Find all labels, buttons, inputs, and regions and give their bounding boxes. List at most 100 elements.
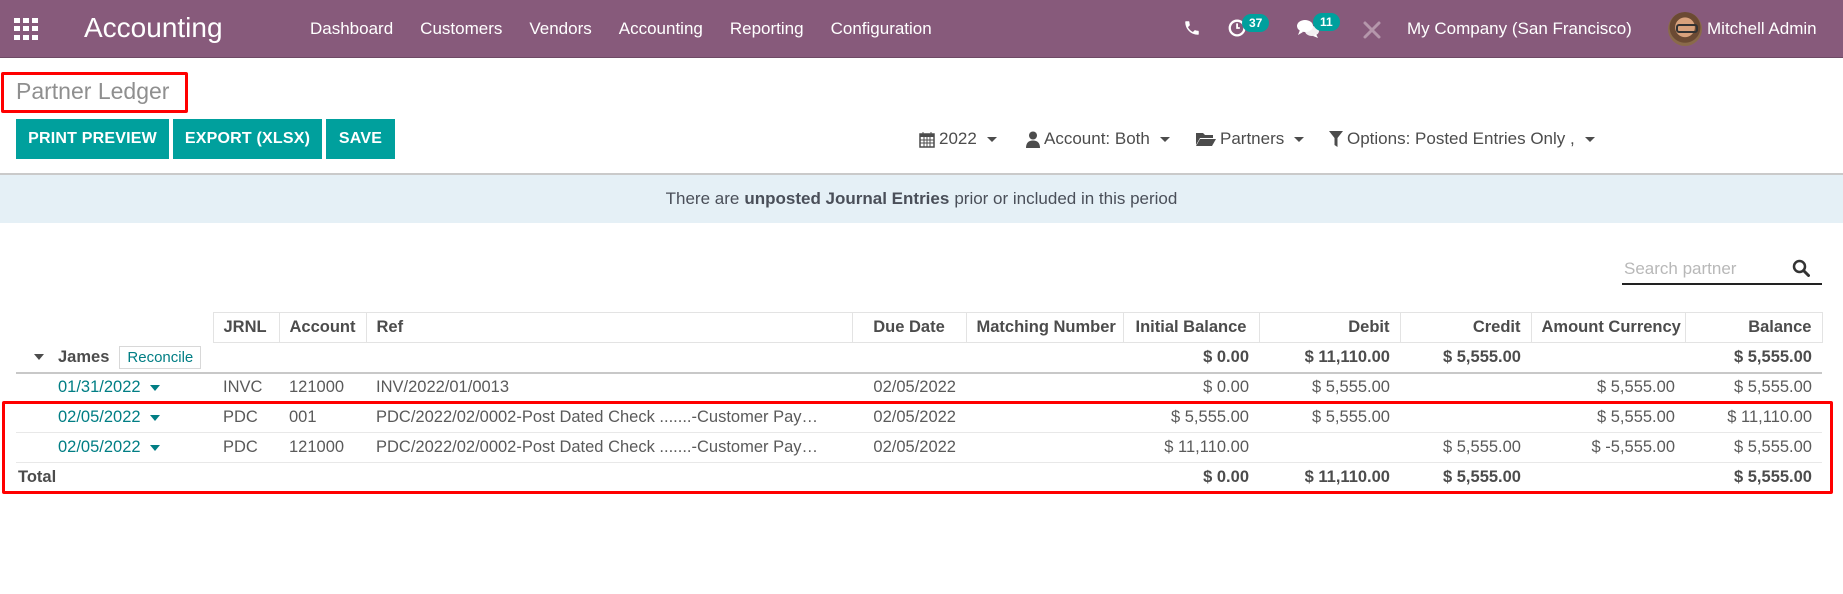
header-amount-currency: Amount Currency <box>1530 312 1686 343</box>
apps-menu-icon[interactable] <box>14 18 38 40</box>
debug-tools-icon[interactable] <box>1362 20 1382 40</box>
total-balance: $ 5,555.00 <box>1685 462 1822 494</box>
line-jrnl: PDC <box>213 402 279 433</box>
line-account: 001 <box>279 402 366 433</box>
line-debit: $ 5,555.00 <box>1259 372 1400 403</box>
total-initial-balance: $ 0.00 <box>1123 462 1259 494</box>
user-avatar[interactable] <box>1668 12 1702 46</box>
reconcile-button[interactable]: Reconcile <box>119 345 202 369</box>
page-title: Partner Ledger <box>16 78 170 104</box>
total-row: Total $ 0.00 $ 11,110.00 $ 5,555.00 $ 5,… <box>16 462 1822 494</box>
search-icon[interactable] <box>1792 259 1810 277</box>
partner-credit: $ 5,555.00 <box>1400 342 1531 374</box>
chevron-down-icon <box>1294 136 1305 142</box>
partner-initial-balance: $ 0.00 <box>1123 342 1259 374</box>
partners-filter-label: Partners <box>1220 129 1285 148</box>
chevron-down-icon <box>1584 136 1595 142</box>
main-menu: Dashboard Customers Vendors Accounting R… <box>310 19 959 39</box>
line-balance: $ 5,555.00 <box>1685 432 1822 463</box>
partners-filter-dropdown[interactable]: Partners <box>1196 129 1305 149</box>
partner-ledger-table: JRNL Account Ref Due Date Matching Numbe… <box>16 312 1823 494</box>
header-initial-balance: Initial Balance <box>1122 312 1260 343</box>
total-credit: $ 5,555.00 <box>1400 462 1531 494</box>
line-date-link[interactable]: 02/05/2022 <box>58 408 141 426</box>
table-row: 02/05/2022 PDC 121000 PDC/2022/02/0002-P… <box>16 432 1822 463</box>
line-matching <box>966 432 1123 463</box>
print-preview-button[interactable]: PRINT PREVIEW <box>16 119 169 159</box>
line-amount-currency: $ 5,555.00 <box>1531 402 1685 433</box>
account-filter-label: Account: Both <box>1044 129 1150 148</box>
date-filter-dropdown[interactable]: 2022 <box>919 129 997 149</box>
line-debit <box>1259 432 1400 463</box>
calendar-icon <box>919 131 935 148</box>
line-matching <box>966 402 1123 433</box>
menu-accounting[interactable]: Accounting <box>619 19 703 39</box>
save-button[interactable]: SAVE <box>326 119 395 159</box>
line-matching <box>966 372 1123 403</box>
line-amount-currency: $ 5,555.00 <box>1531 372 1685 403</box>
partner-cell: James Reconcile <box>16 342 279 374</box>
menu-customers[interactable]: Customers <box>420 19 502 39</box>
export-xlsx-button[interactable]: EXPORT (XLSX) <box>173 119 322 159</box>
header-blank <box>16 312 213 343</box>
unposted-entries-alert: There are unposted Journal Entries prior… <box>0 173 1843 223</box>
header-debit: Debit <box>1258 312 1401 343</box>
partner-row[interactable]: James Reconcile $ 0.00 $ 11,110.00 $ 5,55… <box>16 342 1822 374</box>
line-due-date: 02/05/2022 <box>852 372 966 403</box>
line-ref: INV/2022/01/0013 <box>366 372 852 403</box>
top-navbar: Accounting Dashboard Customers Vendors A… <box>0 0 1843 58</box>
menu-vendors[interactable]: Vendors <box>529 19 591 39</box>
line-credit <box>1400 372 1531 403</box>
alert-prefix: There are <box>665 189 740 208</box>
menu-reporting[interactable]: Reporting <box>730 19 804 39</box>
activity-count-badge: 37 <box>1242 14 1270 32</box>
table-row: 02/05/2022 PDC 001 PDC/2022/02/0002-Post… <box>16 402 1822 433</box>
line-actions-caret-icon[interactable] <box>149 384 160 391</box>
partner-debit: $ 11,110.00 <box>1259 342 1400 374</box>
line-balance: $ 11,110.00 <box>1685 402 1822 433</box>
header-due-date: Due Date <box>851 312 967 343</box>
line-amount-currency: $ -5,555.00 <box>1531 432 1685 463</box>
line-actions-caret-icon[interactable] <box>149 444 160 451</box>
table-header: JRNL Account Ref Due Date Matching Numbe… <box>16 312 1823 343</box>
header-jrnl: JRNL <box>212 312 280 343</box>
phone-icon[interactable] <box>1183 19 1201 37</box>
search-partner-input[interactable] <box>1624 256 1784 282</box>
header-credit: Credit <box>1399 312 1532 343</box>
menu-configuration[interactable]: Configuration <box>831 19 932 39</box>
line-date-link[interactable]: 02/05/2022 <box>58 438 141 456</box>
line-credit: $ 5,555.00 <box>1400 432 1531 463</box>
line-credit <box>1400 402 1531 433</box>
total-label: Total <box>16 462 213 494</box>
account-filter-dropdown[interactable]: Account: Both <box>1026 129 1170 149</box>
line-ref: PDC/2022/02/0002-Post Dated Check ......… <box>366 402 852 433</box>
menu-dashboard[interactable]: Dashboard <box>310 19 393 39</box>
collapse-caret-icon[interactable] <box>34 354 44 361</box>
line-actions-caret-icon[interactable] <box>149 414 160 421</box>
header-balance: Balance <box>1684 312 1823 343</box>
partner-name[interactable]: James <box>58 348 109 366</box>
header-matching-number: Matching Number <box>965 312 1124 343</box>
line-balance: $ 5,555.00 <box>1685 372 1822 403</box>
options-filter-label: Options: Posted Entries Only , <box>1347 129 1575 148</box>
user-menu[interactable]: Mitchell Admin <box>1707 19 1817 39</box>
chevron-down-icon <box>1159 136 1170 142</box>
options-filter-dropdown[interactable]: Options: Posted Entries Only , <box>1329 129 1595 149</box>
line-initial-balance: $ 0.00 <box>1123 372 1259 403</box>
filter-funnel-icon <box>1329 131 1343 147</box>
app-title[interactable]: Accounting <box>84 12 223 44</box>
line-ref: PDC/2022/02/0002-Post Dated Check ......… <box>366 432 852 463</box>
total-debit: $ 11,110.00 <box>1259 462 1400 494</box>
line-date-link[interactable]: 01/31/2022 <box>58 378 141 396</box>
partner-balance: $ 5,555.00 <box>1685 342 1822 374</box>
partner-search <box>1622 256 1822 285</box>
alert-bold-text: unposted Journal Entries <box>744 189 950 208</box>
alert-suffix: prior or included in this period <box>954 189 1178 208</box>
message-count-badge: 11 <box>1313 13 1340 31</box>
line-account: 121000 <box>279 432 366 463</box>
line-account: 121000 <box>279 372 366 403</box>
line-initial-balance: $ 11,110.00 <box>1123 432 1259 463</box>
line-due-date: 02/05/2022 <box>852 432 966 463</box>
company-switcher[interactable]: My Company (San Francisco) <box>1407 19 1632 39</box>
partner-amount-currency <box>1531 342 1685 374</box>
